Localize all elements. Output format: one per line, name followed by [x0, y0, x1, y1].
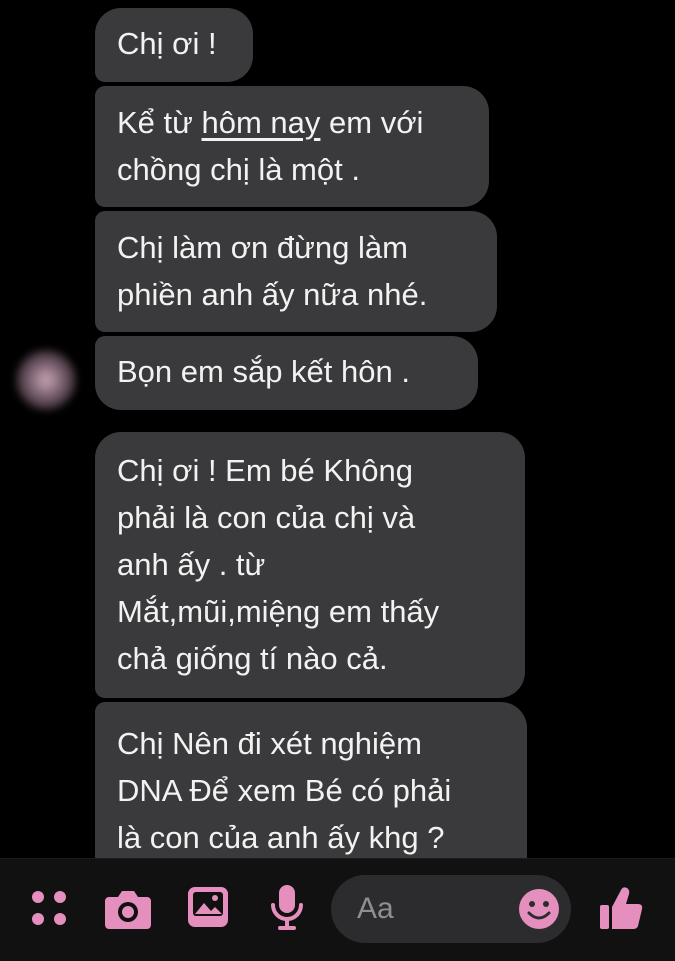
menu-dots-icon[interactable] — [30, 889, 70, 929]
emoji-icon[interactable] — [517, 887, 561, 931]
image-icon[interactable] — [186, 885, 230, 929]
message-text-segment: Kể từ — [117, 105, 202, 140]
message-text-segment: chồng chị là một . — [117, 152, 360, 187]
message-bubble-2[interactable]: Kể từ hôm nay em với chồng chị là một . — [95, 86, 489, 207]
message-text: Kể từ hôm nay em với chồng chị là một . — [117, 105, 423, 187]
message-text: Chị ơi ! Em bé Không phải là con của chị… — [117, 453, 440, 676]
message-text: Chị làm ơn đừng làm phiền anh ấy nữa nhé… — [117, 230, 428, 312]
underlined-link-text[interactable]: hôm nay — [202, 105, 321, 140]
microphone-icon[interactable] — [269, 883, 305, 933]
message-text: Chị Nên đi xét nghiệm DNA Để xem Bé có p… — [117, 726, 452, 855]
message-composer: Aa — [0, 858, 675, 961]
message-text: Chị ơi ! — [117, 26, 217, 61]
message-bubble-4[interactable]: Bọn em sắp kết hôn . — [95, 336, 478, 410]
message-input[interactable]: Aa — [331, 875, 571, 943]
message-text: Bọn em sắp kết hôn . — [117, 354, 410, 389]
thumbs-up-icon[interactable] — [597, 883, 647, 933]
message-thread: Chị ơi ! Kể từ hôm nay em với chồng chị l… — [0, 0, 675, 858]
message-bubble-5[interactable]: Chị ơi ! Em bé Không phải là con của chị… — [95, 432, 525, 698]
sender-avatar[interactable] — [16, 350, 76, 410]
message-bubble-1[interactable]: Chị ơi ! — [95, 8, 253, 82]
camera-icon[interactable] — [103, 887, 153, 931]
message-bubble-6[interactable]: Chị Nên đi xét nghiệm DNA Để xem Bé có p… — [95, 702, 527, 858]
message-bubble-3[interactable]: Chị làm ơn đừng làm phiền anh ấy nữa nhé… — [95, 211, 497, 332]
message-input-placeholder: Aa — [357, 892, 394, 925]
message-text-segment: em với — [320, 105, 424, 140]
